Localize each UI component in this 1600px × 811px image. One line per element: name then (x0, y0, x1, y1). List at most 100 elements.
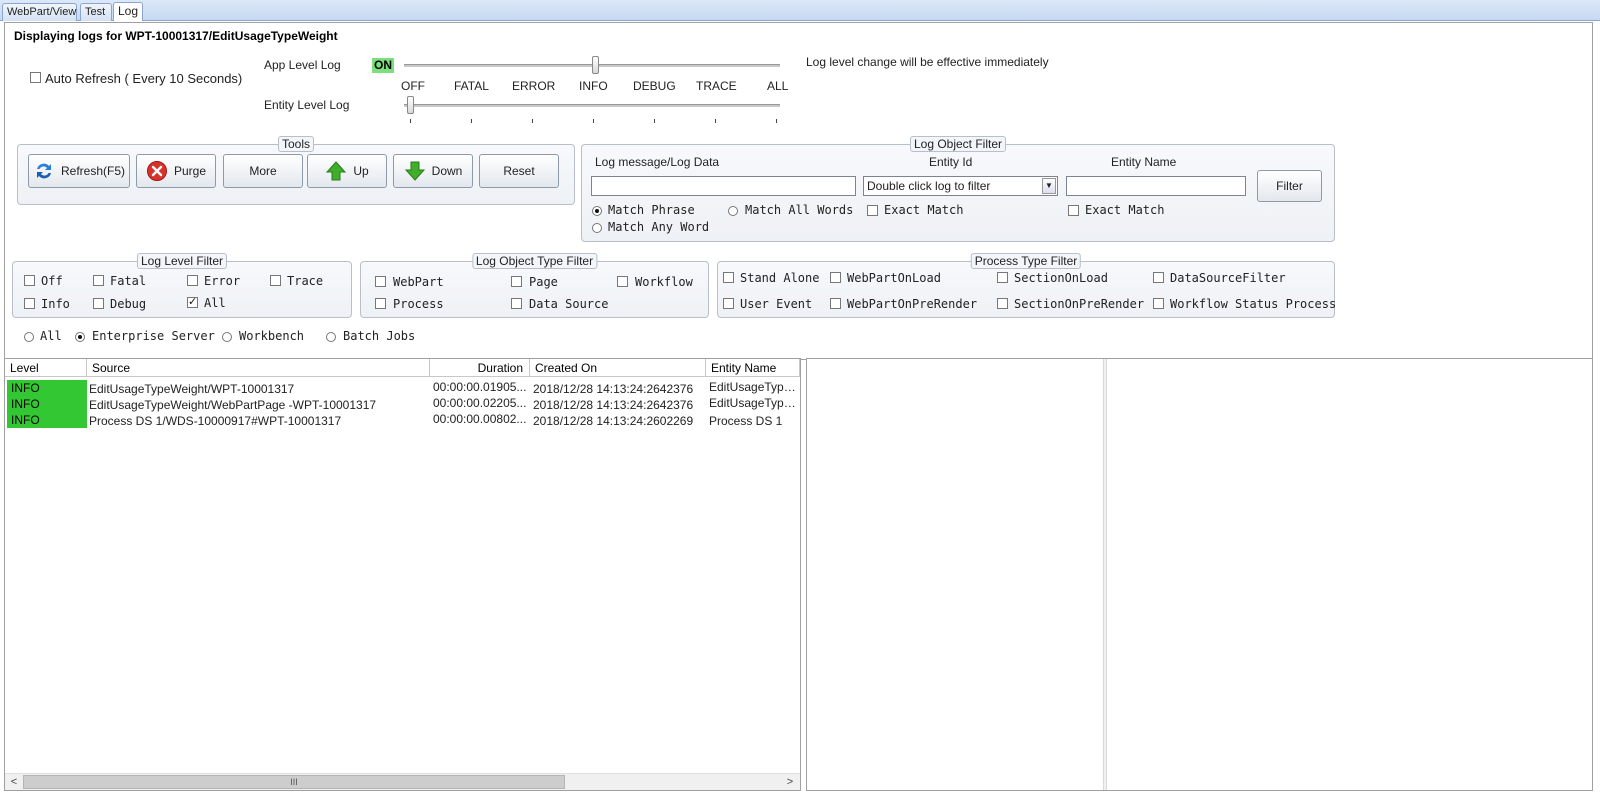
scope-all-label: All (40, 329, 62, 343)
filter-button[interactable]: Filter (1257, 170, 1322, 202)
down-button[interactable]: Down (393, 154, 473, 188)
tab-webpart-view[interactable]: WebPart/View (2, 3, 77, 21)
match-phrase-radio[interactable] (592, 206, 602, 216)
row-duration-cell[interactable]: 00:00:00.02205... (433, 395, 528, 411)
row-level-cell[interactable]: INFO (7, 412, 87, 428)
column-header-entity-name[interactable]: Entity Name (706, 359, 800, 377)
process-section-onload-checkbox[interactable] (997, 272, 1008, 283)
scroll-right-icon[interactable]: > (783, 775, 797, 789)
row-level-cell[interactable]: INFO (7, 380, 87, 396)
tab-log[interactable]: Log (113, 2, 143, 21)
row-source-cell[interactable]: EditUsageTypeWeight/WebPartPage -WPT-100… (89, 397, 429, 413)
column-header-duration[interactable]: Duration (430, 359, 530, 377)
level-trace-checkbox[interactable] (270, 275, 281, 286)
entity-id-select[interactable]: Double click log to filter ▼ (863, 176, 1058, 196)
row-duration-cell[interactable]: 00:00:00.00802... (433, 411, 528, 427)
process-type-filter-title: Process Type Filter (970, 253, 1082, 269)
level-info-checkbox[interactable] (24, 298, 35, 309)
horizontal-scrollbar[interactable]: < III > (5, 773, 800, 790)
level-off-checkbox[interactable] (24, 275, 35, 286)
match-all-words-radio[interactable] (728, 206, 738, 216)
scope-all-radio[interactable] (24, 332, 34, 342)
tab-label: Test (85, 6, 106, 18)
match-all-words-label: Match All Words (745, 203, 854, 217)
purge-icon (146, 161, 167, 181)
column-header-source[interactable]: Source (87, 359, 430, 377)
level-all-label: All (204, 296, 226, 310)
row-source-cell[interactable]: Process DS 1/WDS-10000917#WPT-10001317 (89, 413, 429, 429)
row-source-cell[interactable]: EditUsageTypeWeight/WPT-10001317 (89, 381, 429, 397)
row-created-cell[interactable]: 2018/12/28 14:13:24:2642376 (533, 397, 705, 413)
entity-level-log-label: Entity Level Log (264, 98, 350, 112)
entity-name-input[interactable] (1066, 176, 1246, 196)
row-level-cell[interactable]: INFO (7, 396, 87, 412)
level-error-label: Error (204, 274, 241, 288)
level-fatal-checkbox[interactable] (93, 275, 104, 286)
scope-batch-jobs-radio[interactable] (326, 332, 336, 342)
log-object-filter-title: Log Object Filter (909, 136, 1007, 152)
entity-id-label: Entity Id (929, 155, 973, 169)
type-data-source-checkbox[interactable] (511, 298, 522, 309)
slider-tick (593, 119, 594, 123)
row-created-cell[interactable]: 2018/12/28 14:13:24:2642376 (533, 381, 705, 397)
refresh-button-label: Refresh(F5) (60, 164, 125, 178)
entity-name-label: Entity Name (1111, 155, 1177, 169)
level-label-error: ERROR (512, 79, 556, 93)
type-webpart-checkbox[interactable] (375, 276, 386, 287)
app-level-slider-thumb[interactable] (592, 56, 599, 74)
more-button[interactable]: More (223, 154, 303, 188)
process-workflow-status-checkbox[interactable] (1153, 298, 1164, 309)
match-any-word-radio[interactable] (592, 223, 602, 233)
level-debug-checkbox[interactable] (93, 298, 104, 309)
slider-tick (532, 119, 533, 123)
process-datasource-filter-checkbox[interactable] (1153, 272, 1164, 283)
tab-label: WebPart/View (7, 6, 77, 18)
column-header-level[interactable]: Level (5, 359, 87, 377)
process-user-event-label: User Event (740, 297, 813, 311)
level-label-all: ALL (767, 79, 789, 93)
scope-enterprise-server-radio[interactable] (75, 332, 85, 342)
reset-button[interactable]: Reset (479, 154, 559, 188)
row-entity-cell[interactable]: EditUsageTypeWei... (709, 395, 799, 411)
column-header-created-on[interactable]: Created On (530, 359, 706, 377)
purge-button[interactable]: Purge (136, 154, 216, 188)
log-level-notice: Log level change will be effective immed… (806, 55, 1049, 69)
chevron-down-icon[interactable]: ▼ (1042, 178, 1056, 194)
arrow-down-icon (404, 161, 425, 181)
slider-tick (776, 119, 777, 123)
scroll-left-icon[interactable]: < (7, 775, 21, 789)
detail-splitter[interactable] (1103, 359, 1107, 790)
tab-test[interactable]: Test (80, 3, 112, 21)
type-page-checkbox[interactable] (511, 276, 522, 287)
process-stand-alone-label: Stand Alone (740, 271, 820, 285)
up-button[interactable]: Up (307, 154, 387, 188)
app-level-log-label: App Level Log (264, 58, 341, 72)
refresh-button[interactable]: Refresh(F5) (28, 154, 130, 188)
row-entity-cell[interactable]: EditUsageTypeWei... (709, 379, 799, 395)
entity-level-slider-thumb[interactable] (407, 96, 414, 114)
type-page-label: Page (529, 275, 558, 289)
row-created-cell[interactable]: 2018/12/28 14:13:24:2602269 (533, 413, 705, 429)
entity-id-value: Double click log to filter (867, 179, 991, 193)
level-all-checkbox[interactable] (187, 295, 198, 309)
slider-tick (410, 119, 411, 123)
scope-workbench-radio[interactable] (222, 332, 232, 342)
entity-level-slider-track[interactable] (404, 104, 780, 107)
level-error-checkbox[interactable] (187, 275, 198, 286)
row-entity-cell[interactable]: Process DS 1 (709, 413, 799, 429)
auto-refresh-checkbox[interactable] (30, 72, 41, 83)
process-webpart-onload-checkbox[interactable] (830, 272, 841, 283)
exact-match-entity-id-checkbox[interactable] (867, 205, 878, 216)
type-workflow-checkbox[interactable] (617, 276, 628, 287)
more-button-label: More (249, 164, 277, 178)
row-duration-cell[interactable]: 00:00:00.01905... (433, 379, 528, 395)
exact-match-entity-name-checkbox[interactable] (1068, 205, 1079, 216)
scroll-thumb[interactable]: III (23, 775, 565, 789)
process-section-onprerender-checkbox[interactable] (997, 298, 1008, 309)
process-user-event-checkbox[interactable] (723, 298, 734, 309)
process-webpart-onprerender-checkbox[interactable] (830, 298, 841, 309)
type-process-checkbox[interactable] (375, 298, 386, 309)
log-message-input[interactable] (591, 176, 856, 196)
type-workflow-label: Workflow (635, 275, 693, 289)
process-stand-alone-checkbox[interactable] (723, 272, 734, 283)
